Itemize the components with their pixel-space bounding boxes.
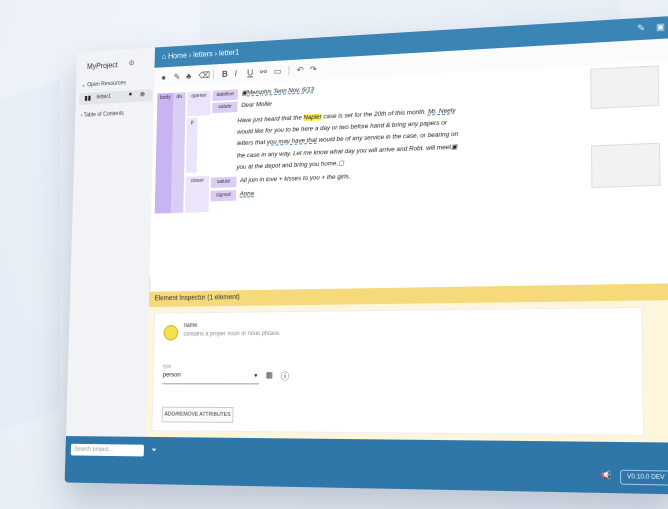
facsimile-panel	[576, 60, 668, 268]
underline-button[interactable]: U	[247, 68, 253, 78]
closer-text[interactable]: All join in love + kisses to you + the g…	[240, 173, 351, 184]
breadcrumb[interactable]: ⌂ Home › letters › letter1	[162, 48, 239, 61]
tag-p[interactable]: p	[186, 118, 198, 173]
type-value: person	[163, 372, 181, 379]
tag-dateline[interactable]: dateline	[212, 89, 237, 101]
breadcrumb-text: Home › letters › letter1	[168, 48, 239, 61]
tag-salute[interactable]: salute	[212, 102, 238, 114]
pen-icon[interactable]: ✎	[174, 72, 181, 83]
sidebar: MyProject ⚙ ⌄ Open Resources ▮▮ letter1 …	[66, 47, 156, 436]
search-project-input[interactable]: Search project...	[71, 444, 144, 457]
edit-icon[interactable]: ✎	[637, 23, 645, 35]
book-icon: ▮▮	[84, 94, 91, 102]
check-circle-icon[interactable]: ●	[128, 91, 132, 98]
paragraph-line[interactable]: you at the depot and bring you home.▢	[237, 159, 345, 171]
bold-button[interactable]: B	[222, 69, 228, 79]
open-resources-label: Open Resources	[87, 80, 126, 88]
undo-icon[interactable]: ↶	[297, 65, 304, 76]
tag-opener[interactable]: opener	[187, 91, 211, 117]
inspector-card: name contains a proper noun or noun phra…	[152, 307, 645, 436]
filter-icon[interactable]: ⏷	[151, 446, 157, 456]
type-select[interactable]: person ▾	[162, 372, 259, 385]
tag-salute-closer[interactable]: salute	[211, 177, 237, 188]
gear-icon[interactable]: ⚙	[128, 59, 134, 68]
toolbar-divider	[213, 70, 214, 79]
paint-icon[interactable]: ●	[161, 73, 166, 83]
toc-toggle[interactable]: › Table of Contents	[80, 111, 124, 119]
type-label: type	[163, 364, 172, 370]
add-remove-attributes-button[interactable]: ADD/REMOVE ATTRIBUTES	[162, 407, 234, 423]
person-name[interactable]: Mr. Neely	[428, 107, 455, 115]
save-icon[interactable]: ▣	[656, 21, 665, 33]
app-window: MyProject ⚙ ⌄ Open Resources ▮▮ letter1 …	[65, 16, 668, 495]
note-icon: ▣	[451, 144, 457, 151]
status-bar: Search project... ⏷ 📢 V0.10.0 DEV	[65, 436, 668, 494]
dateline-text[interactable]: ▣Memphis Tenn Nov. 6/13	[241, 85, 314, 96]
entity-name: name	[184, 323, 198, 329]
comment-icon: ▢	[338, 160, 344, 167]
comment-icon[interactable]: ▭	[274, 66, 282, 77]
document-editor[interactable]: body div opener dateline salute p closer…	[150, 66, 578, 277]
redo-icon[interactable]: ↷	[310, 64, 317, 75]
page-thumbnail[interactable]	[591, 143, 661, 188]
stamp-icon[interactable]: ♣	[186, 71, 191, 81]
resource-label[interactable]: letter1	[96, 94, 111, 100]
close-icon[interactable]: ⊗	[140, 91, 145, 99]
megaphone-icon[interactable]: 📢	[601, 470, 612, 480]
salute-text[interactable]: Dear Mollie	[241, 101, 272, 109]
entity-color-icon	[163, 325, 178, 341]
tag-div[interactable]: div	[171, 92, 186, 213]
tag-closer[interactable]: closer	[185, 176, 209, 213]
eraser-icon[interactable]: ⌫	[198, 70, 210, 81]
highlighted-name[interactable]: Napier	[303, 114, 321, 122]
info-icon[interactable]: ⓘ	[281, 369, 290, 382]
version-badge[interactable]: V0.10.0 DEV	[620, 470, 668, 486]
italic-button[interactable]: I	[234, 69, 236, 79]
chevron-down-icon: ▾	[254, 372, 257, 380]
signed-text[interactable]: Anna	[240, 190, 254, 197]
tag-signed[interactable]: signed	[211, 190, 237, 201]
list-icon[interactable]: ▦	[266, 370, 273, 379]
inspector-title: Element Inspector (1 element)	[154, 294, 239, 302]
entity-description: contains a proper noun or noun phrase.	[183, 331, 280, 338]
project-title: MyProject	[87, 61, 118, 71]
open-resources-toggle[interactable]: ⌄ Open Resources	[81, 80, 126, 89]
page-thumbnail[interactable]	[590, 65, 659, 109]
underlined-phrase[interactable]: you may have that	[267, 137, 317, 146]
toolbar-divider	[288, 66, 289, 76]
link-icon[interactable]: ⚯	[260, 67, 267, 78]
toc-label: Table of Contents	[83, 111, 124, 119]
element-inspector: name contains a proper noun or noun phra…	[146, 300, 668, 443]
stage: MyProject ⚙ ⌄ Open Resources ▮▮ letter1 …	[0, 0, 668, 509]
